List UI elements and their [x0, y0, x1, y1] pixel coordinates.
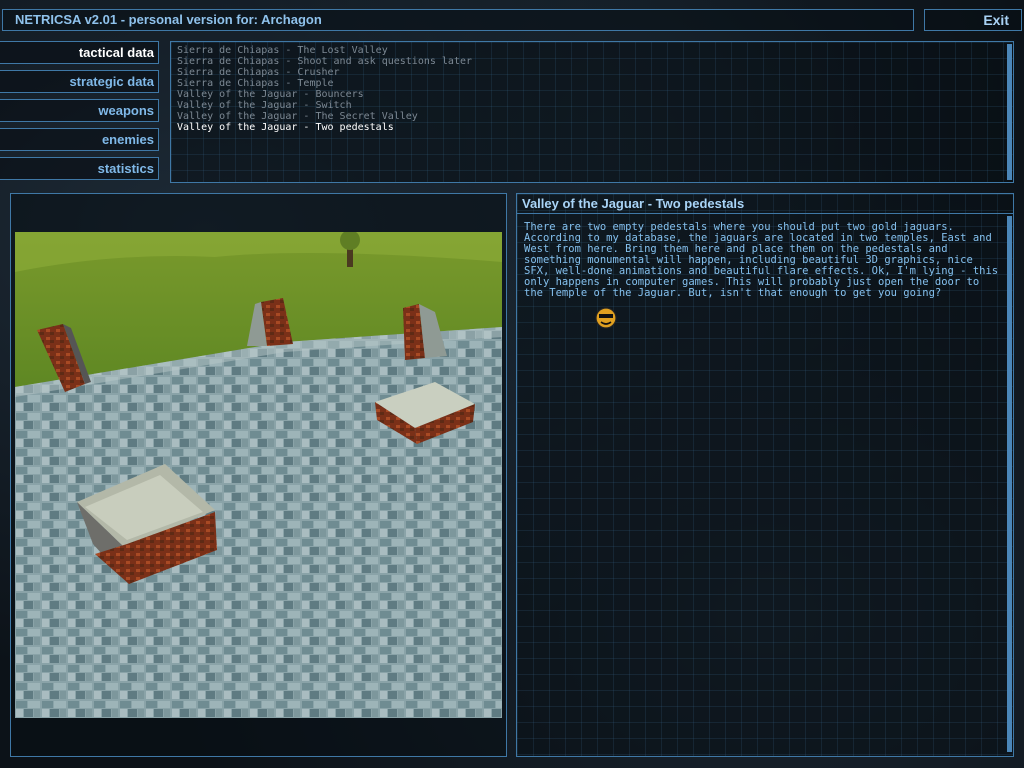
menu-tactical-data[interactable]: tactical data — [0, 41, 159, 64]
detail-body: There are two empty pedestals where you … — [524, 221, 999, 299]
menu-label: weapons — [98, 103, 154, 118]
title-bar: NETRICSA v2.01 - personal version for: A… — [2, 9, 914, 31]
mission-item[interactable]: Sierra de Chiapas - The Lost Valley — [177, 45, 388, 56]
menu-weapons[interactable]: weapons — [0, 99, 159, 122]
mission-item[interactable]: Valley of the Jaguar - Bouncers — [177, 89, 364, 100]
mission-item[interactable]: Sierra de Chiapas - Crusher — [177, 67, 340, 78]
window-title: NETRICSA v2.01 - personal version for: A… — [15, 12, 322, 27]
mission-image-frame — [10, 193, 507, 757]
menu-strategic-data[interactable]: strategic data — [0, 70, 159, 93]
mission-item[interactable]: Valley of the Jaguar - Switch — [177, 100, 352, 111]
menu-label: enemies — [101, 132, 154, 147]
mission-list-scrollbar[interactable] — [1007, 44, 1012, 180]
mission-item[interactable]: Valley of the Jaguar - The Secret Valley — [177, 111, 418, 122]
mission-item[interactable]: Sierra de Chiapas - Temple — [177, 78, 334, 89]
menu-label: tactical data — [78, 45, 154, 60]
mission-item-selected[interactable]: Valley of the Jaguar - Two pedestals — [177, 122, 394, 133]
mission-list: Sierra de Chiapas - The Lost Valley Sier… — [170, 41, 1014, 183]
menu-label: statistics — [97, 161, 154, 176]
mission-detail-panel: Valley of the Jaguar - Two pedestals The… — [516, 193, 1014, 757]
mission-screenshot — [15, 232, 502, 718]
menu-enemies[interactable]: enemies — [0, 128, 159, 151]
exit-label: Exit — [983, 12, 1009, 28]
detail-scrollbar[interactable] — [1007, 216, 1012, 752]
exit-button[interactable]: Exit — [924, 9, 1022, 31]
detail-title-bar: Valley of the Jaguar - Two pedestals — [517, 194, 1013, 214]
mission-item[interactable]: Sierra de Chiapas - Shoot and ask questi… — [177, 56, 472, 67]
menu-statistics[interactable]: statistics — [0, 157, 159, 180]
detail-title: Valley of the Jaguar - Two pedestals — [522, 196, 745, 211]
serious-sam-face-cursor-icon — [595, 307, 617, 329]
menu-label: strategic data — [69, 74, 154, 89]
